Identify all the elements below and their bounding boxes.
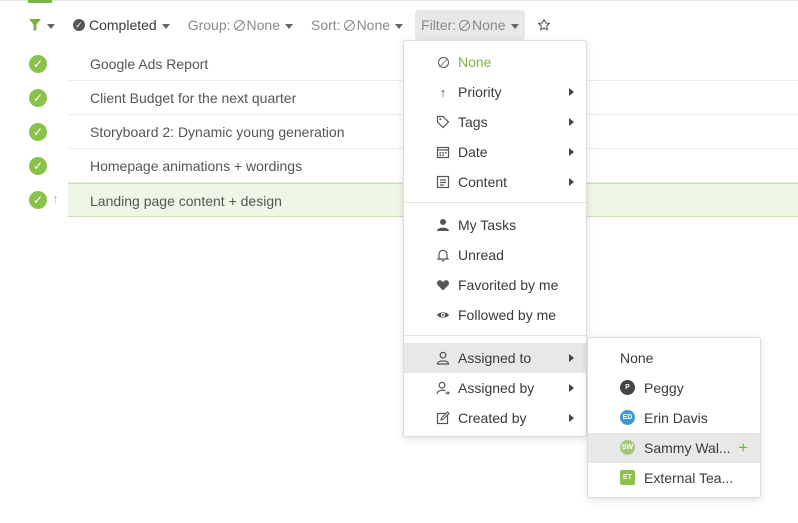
avatar: P xyxy=(620,380,635,395)
filter-priority-item[interactable]: ↑ Priority xyxy=(404,77,586,107)
check-circle-icon: ✓ xyxy=(73,19,85,31)
filter-none-item[interactable]: None xyxy=(404,47,586,77)
filter-favorited-item[interactable]: Favorited by me xyxy=(404,270,586,300)
menu-item-label: Tags xyxy=(458,114,488,130)
chevron-down-icon xyxy=(395,23,404,29)
menu-item-label: Date xyxy=(458,144,488,160)
chevron-right-icon xyxy=(569,178,574,186)
group-dropdown[interactable]: Group: None xyxy=(182,10,299,40)
menu-item-label: Assigned to xyxy=(458,350,532,366)
chevron-right-icon xyxy=(569,414,574,422)
funnel-icon xyxy=(29,19,41,31)
assignee-name: Peggy xyxy=(644,380,684,396)
star-icon xyxy=(537,18,550,31)
completed-dropdown[interactable]: ✓ Completed xyxy=(67,10,176,40)
no-symbol-icon xyxy=(343,19,355,31)
person-arrow-icon xyxy=(436,381,450,395)
menu-item-label: Priority xyxy=(458,84,502,100)
sort-dropdown[interactable]: Sort: None xyxy=(305,10,409,40)
assignee-name: External Tea... xyxy=(644,470,734,486)
filter-followed-item[interactable]: Followed by me xyxy=(404,300,586,330)
filter-toggle-button[interactable] xyxy=(24,10,61,40)
check-circle-icon[interactable]: ✓ xyxy=(29,123,47,141)
assignee-item[interactable]: ET External Tea... xyxy=(588,463,760,493)
list-toolbar: ✓ Completed Group: None Sort: None Filte… xyxy=(24,10,563,40)
menu-item-label: Followed by me xyxy=(458,307,557,323)
filter-menu: None ↑ Priority Tags Date Content My Tas… xyxy=(403,40,587,437)
group-value: None xyxy=(246,17,280,33)
check-circle-icon[interactable]: ✓ xyxy=(29,55,47,73)
group-label: Group: xyxy=(187,17,231,33)
menu-item-label: None xyxy=(620,350,654,366)
filter-assigned-to-item[interactable]: Assigned to xyxy=(404,343,586,373)
chevron-right-icon xyxy=(569,118,574,126)
chevron-right-icon xyxy=(569,88,574,96)
no-symbol-icon xyxy=(233,19,245,31)
assigned-to-submenu: None P Peggy ED Erin Davis SW Sammy Wal.… xyxy=(587,337,761,498)
menu-item-label: Content xyxy=(458,174,508,190)
menu-item-label: Assigned by xyxy=(458,380,535,396)
filter-value: None xyxy=(472,17,506,33)
sort-label: Sort: xyxy=(310,17,341,33)
edit-icon xyxy=(436,411,450,425)
assignee-name: Sammy Wal... xyxy=(644,440,731,456)
check-circle-icon[interactable]: ✓ xyxy=(29,89,47,107)
completed-label: Completed xyxy=(89,17,157,33)
check-circle-icon[interactable]: ✓ xyxy=(29,157,47,175)
menu-divider xyxy=(404,202,586,203)
check-circle-icon[interactable]: ✓ xyxy=(29,191,47,209)
menu-item-label: None xyxy=(458,54,492,70)
document-icon xyxy=(436,175,450,189)
calendar-icon xyxy=(436,145,450,159)
assignee-item-hovered[interactable]: SW Sammy Wal... + xyxy=(588,433,760,463)
chevron-right-icon xyxy=(569,354,574,362)
avatar: ET xyxy=(620,470,635,485)
chevron-down-icon xyxy=(510,23,519,29)
sort-value: None xyxy=(356,17,391,33)
filter-tags-item[interactable]: Tags xyxy=(404,107,586,137)
top-divider xyxy=(0,0,798,1)
tag-icon xyxy=(436,115,450,129)
favorite-button[interactable] xyxy=(531,10,557,40)
heart-icon xyxy=(436,278,450,292)
eye-icon xyxy=(436,308,450,322)
person-outline-icon xyxy=(436,351,450,365)
filter-date-item[interactable]: Date xyxy=(404,137,586,167)
filter-content-item[interactable]: Content xyxy=(404,167,586,197)
menu-item-label: Favorited by me xyxy=(458,277,559,293)
chevron-down-icon xyxy=(161,23,170,29)
active-tab-indicator xyxy=(28,0,52,3)
filter-label: Filter: xyxy=(421,17,457,33)
assignee-name: Erin Davis xyxy=(644,410,708,426)
assignee-item[interactable]: P Peggy xyxy=(588,373,760,403)
menu-divider xyxy=(404,335,586,336)
filter-my-tasks-item[interactable]: My Tasks xyxy=(404,210,586,240)
assignee-item[interactable]: ED Erin Davis xyxy=(588,403,760,433)
arrow-up-icon: ↑ xyxy=(439,84,447,100)
avatar: SW xyxy=(620,440,635,455)
filter-assigned-by-item[interactable]: Assigned by xyxy=(404,373,586,403)
avatar: ED xyxy=(620,410,635,425)
filter-dropdown[interactable]: Filter: None xyxy=(415,10,525,40)
plus-icon[interactable]: + xyxy=(738,438,748,458)
filter-unread-item[interactable]: Unread xyxy=(404,240,586,270)
chevron-right-icon xyxy=(569,148,574,156)
menu-item-label: My Tasks xyxy=(458,217,517,233)
no-symbol-icon xyxy=(436,55,450,69)
chevron-right-icon xyxy=(569,384,574,392)
chevron-down-icon xyxy=(47,23,55,29)
assignee-none-item[interactable]: None xyxy=(588,343,760,373)
no-symbol-icon xyxy=(459,19,471,31)
menu-item-label: Created by xyxy=(458,410,527,426)
person-icon xyxy=(436,218,450,232)
menu-item-label: Unread xyxy=(458,247,504,263)
chevron-down-icon xyxy=(284,23,293,29)
bell-icon xyxy=(436,248,450,262)
filter-created-by-item[interactable]: Created by xyxy=(404,403,586,433)
arrow-up-icon: ↑ xyxy=(52,191,59,206)
